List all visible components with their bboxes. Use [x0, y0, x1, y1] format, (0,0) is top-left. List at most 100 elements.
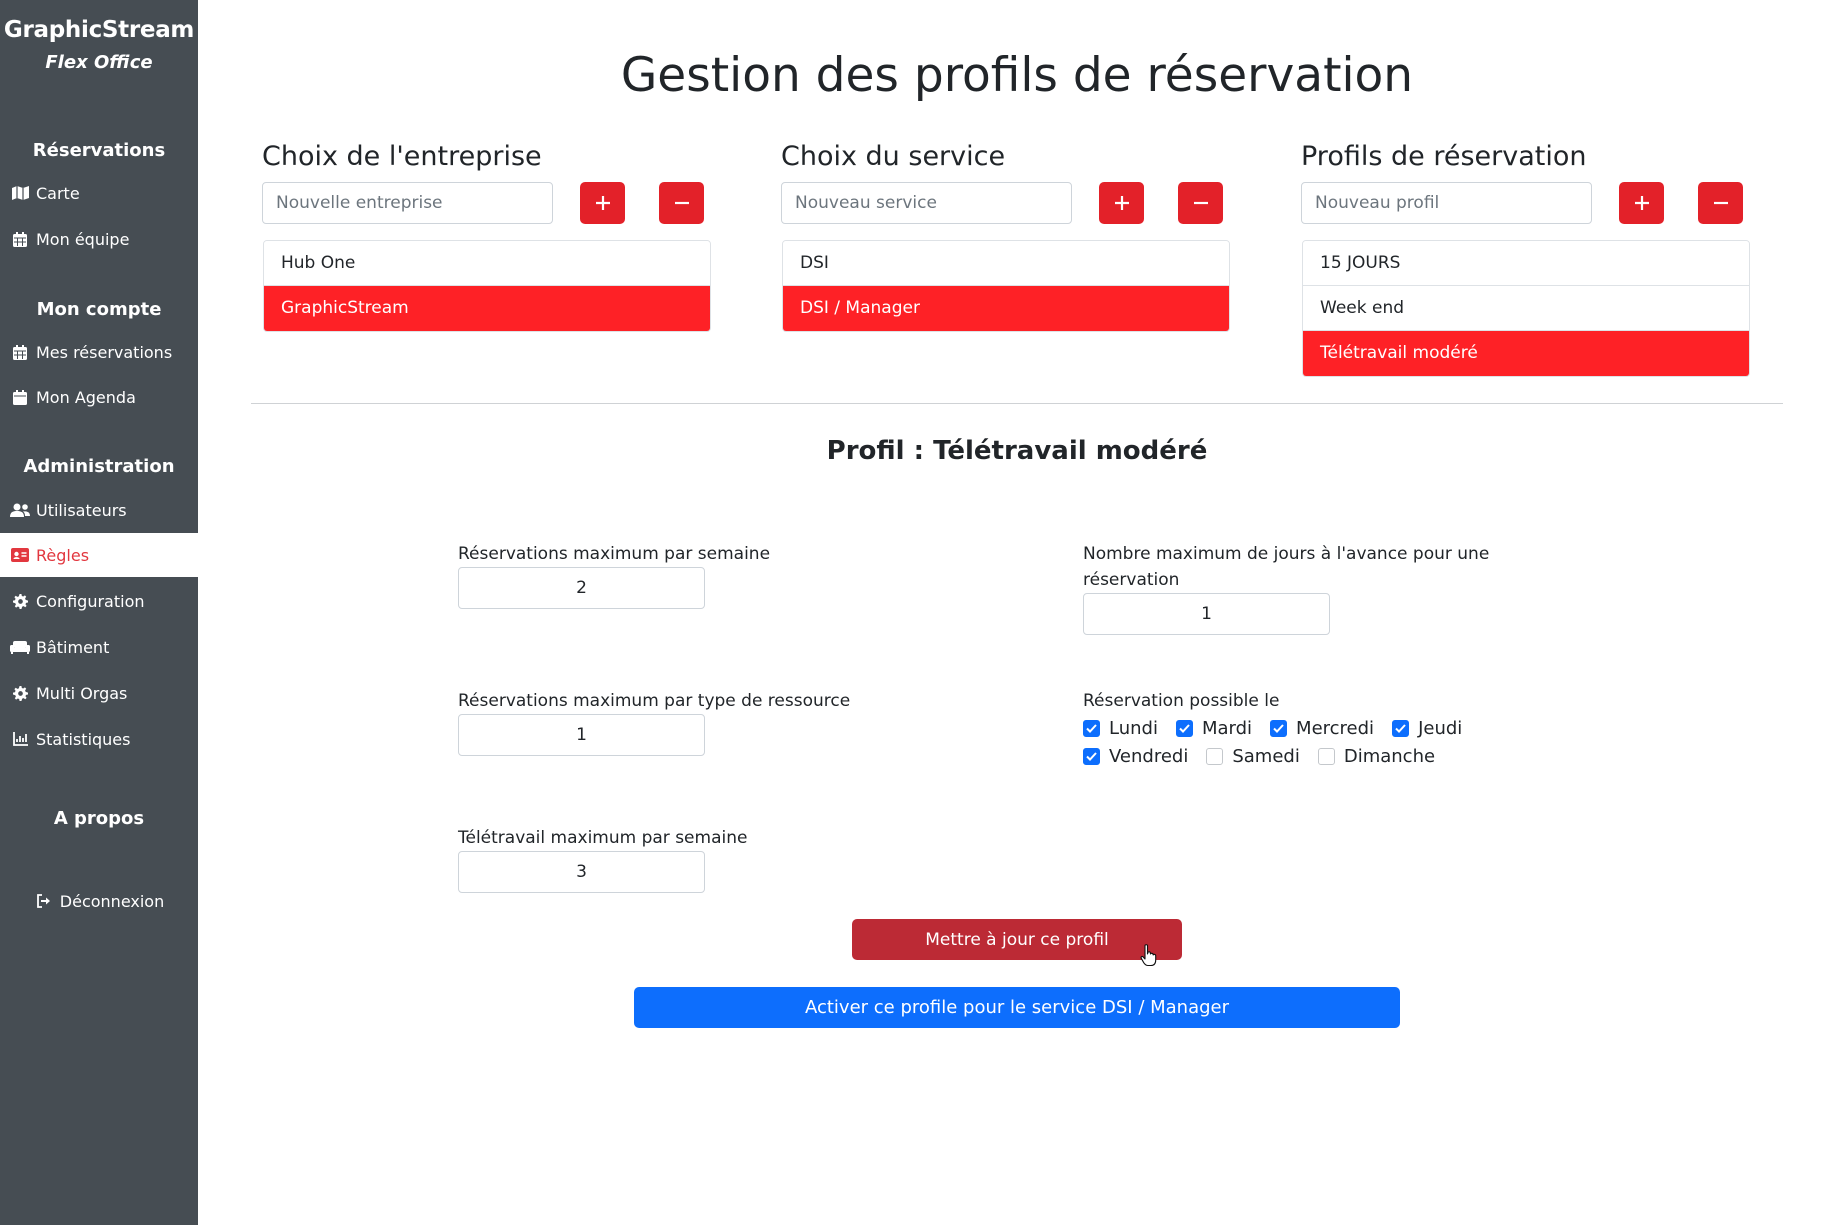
max-per-resource-input[interactable]	[458, 714, 705, 756]
day-checkbox-mercredi[interactable]: Mercredi	[1270, 718, 1374, 739]
profiles-title: Profils de réservation	[1301, 141, 1587, 172]
sidebar-item-label: Mon Agenda	[36, 387, 136, 407]
sidebar-item-label: Statistiques	[36, 729, 131, 749]
checkbox-checked-icon[interactable]	[1270, 719, 1288, 737]
day-checkbox-samedi[interactable]: Samedi	[1206, 746, 1300, 767]
remove-profile-button[interactable]	[1698, 182, 1743, 224]
service-title: Choix du service	[781, 141, 1006, 172]
sidebar-item-label: Mon équipe	[36, 229, 130, 249]
list-item[interactable]: Hub One	[264, 241, 710, 286]
sidebar-item-label: Utilisateurs	[36, 500, 127, 520]
checkbox-unchecked-icon[interactable]	[1206, 747, 1224, 765]
minus-icon	[1713, 201, 1728, 205]
service-column: Choix du service DSI DSI / Manager	[781, 140, 1241, 332]
gear-icon	[10, 684, 30, 702]
new-profile-input[interactable]	[1301, 182, 1592, 224]
id-card-icon	[10, 546, 30, 564]
sidebar-item-configuration[interactable]: Configuration	[0, 579, 198, 623]
brand-title: GraphicStream	[3, 17, 195, 43]
minus-icon	[1193, 201, 1208, 205]
list-item[interactable]: Week end	[1303, 286, 1749, 331]
page-title: Gestion des profils de réservation	[620, 48, 1414, 103]
calendar-icon	[10, 230, 30, 248]
max-per-resource-label: Réservations maximum par type de ressour…	[458, 691, 851, 711]
sidebar-item-label: Bâtiment	[36, 637, 110, 657]
sidebar-item-label: Règles	[36, 545, 90, 565]
list-item[interactable]: DSI / Manager	[783, 286, 1229, 331]
plus-icon	[1634, 196, 1649, 210]
sidebar-item-label: Multi Orgas	[36, 683, 128, 703]
company-add-row	[262, 182, 722, 224]
day-label: Mercredi	[1296, 717, 1375, 739]
section-title-a-propos[interactable]: A propos	[0, 808, 198, 829]
sidebar-item-utilisateurs[interactable]: Utilisateurs	[0, 488, 198, 532]
day-label: Lundi	[1109, 717, 1158, 739]
sidebar-item-label: Mes réservations	[36, 342, 173, 362]
max-per-week-input[interactable]	[458, 567, 705, 609]
new-company-input[interactable]	[262, 182, 553, 224]
plus-icon	[595, 196, 610, 210]
company-column: Choix de l'entreprise Hub One GraphicStr…	[262, 140, 722, 332]
new-service-input[interactable]	[781, 182, 1072, 224]
sign-out-icon	[34, 892, 54, 910]
sidebar-item-statistiques[interactable]: Statistiques	[0, 717, 198, 761]
day-label: Vendredi	[1109, 745, 1189, 767]
brand-subtitle: Flex Office	[45, 52, 153, 73]
profiles-column: Profils de réservation 15 JOURS Week end…	[1301, 140, 1761, 377]
list-item[interactable]: GraphicStream	[264, 286, 710, 331]
list-item[interactable]: DSI	[783, 241, 1229, 286]
max-days-ahead-label: Nombre maximum de jours à l'avance pour …	[1083, 544, 1490, 590]
day-checkbox-dimanche[interactable]: Dimanche	[1317, 745, 1436, 767]
activate-profile-button[interactable]: Activer ce profile pour le service DSI /…	[634, 987, 1400, 1028]
calendar-icon	[10, 343, 30, 361]
list-item[interactable]: Télétravail modéré	[1303, 331, 1749, 376]
day-label: Jeudi	[1418, 717, 1463, 739]
add-service-button[interactable]	[1099, 182, 1144, 224]
section-title-reservations: Réservations	[32, 140, 166, 161]
sidebar-item-carte[interactable]: Carte	[0, 171, 198, 215]
calendar-icon	[10, 388, 30, 406]
checkbox-unchecked-icon[interactable]	[1317, 747, 1335, 765]
sidebar-item-mon-equipe[interactable]: Mon équipe	[0, 217, 198, 261]
update-profile-button[interactable]: Mettre à jour ce profil	[852, 919, 1182, 960]
telework-max-input[interactable]	[458, 851, 705, 893]
sidebar-item-label: Carte	[36, 183, 80, 203]
sidebar-item-regles[interactable]: Règles	[0, 533, 198, 577]
list-item[interactable]: 15 JOURS	[1303, 241, 1749, 286]
telework-max-label: Télétravail maximum par semaine	[458, 828, 748, 848]
sidebar-item-batiment[interactable]: Bâtiment	[0, 625, 198, 669]
max-days-ahead-input[interactable]	[1083, 593, 1330, 635]
add-company-button[interactable]	[580, 182, 625, 224]
company-list: Hub One GraphicStream	[263, 240, 711, 332]
service-add-row	[781, 182, 1241, 224]
company-title: Choix de l'entreprise	[262, 141, 542, 172]
remove-service-button[interactable]	[1178, 182, 1223, 224]
service-list: DSI DSI / Manager	[782, 240, 1230, 332]
day-checkbox-lundi[interactable]: Lundi	[1083, 718, 1158, 739]
couch-icon	[10, 638, 30, 656]
day-label: Dimanche	[1343, 745, 1436, 767]
map-icon	[10, 184, 30, 202]
checkbox-checked-icon[interactable]	[1083, 747, 1100, 765]
day-checkbox-vendredi[interactable]: Vendredi	[1083, 746, 1188, 767]
sidebar-item-multi-orgas[interactable]: Multi Orgas	[0, 671, 198, 715]
sidebar: GraphicStream Flex Office Réservations C…	[0, 0, 198, 1225]
remove-company-button[interactable]	[659, 182, 704, 224]
chart-icon	[10, 730, 30, 748]
days-label: Réservation possible le	[1083, 691, 1280, 711]
day-checkbox-jeudi[interactable]: Jeudi	[1392, 718, 1462, 739]
sidebar-item-mon-agenda[interactable]: Mon Agenda	[0, 375, 198, 419]
checkbox-checked-icon[interactable]	[1083, 719, 1100, 737]
add-profile-button[interactable]	[1619, 182, 1664, 224]
sidebar-item-label: Configuration	[36, 591, 145, 611]
checkbox-checked-icon[interactable]	[1175, 719, 1193, 737]
minus-icon	[674, 201, 689, 205]
day-checkbox-mardi[interactable]: Mardi	[1175, 718, 1252, 739]
checkbox-checked-icon[interactable]	[1392, 719, 1410, 737]
sidebar-item-mes-reservations[interactable]: Mes réservations	[0, 330, 198, 374]
profiles-list: 15 JOURS Week end Télétravail modéré	[1302, 240, 1750, 377]
sidebar-item-label: Déconnexion	[59, 891, 165, 911]
sidebar-item-deconnexion[interactable]: Déconnexion	[0, 879, 198, 923]
plus-icon	[1114, 196, 1129, 210]
divider	[251, 403, 1783, 404]
